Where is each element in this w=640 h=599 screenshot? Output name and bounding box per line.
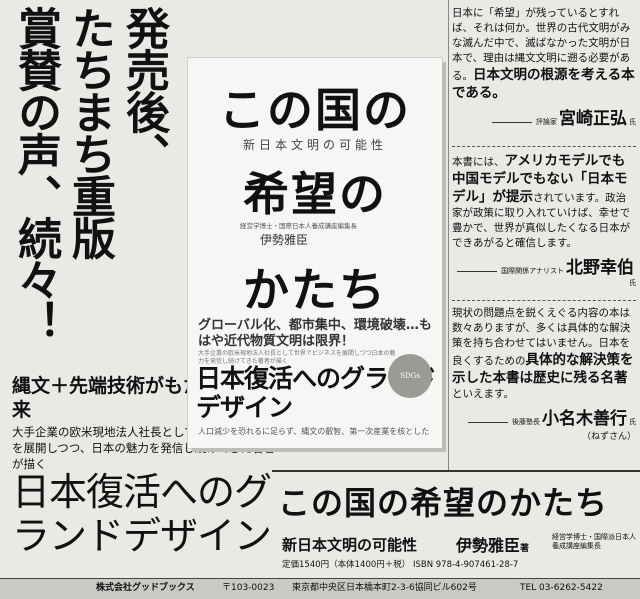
bottom-book-title: この国の希望のかたち <box>278 484 609 522</box>
publisher-footer: 株式会社グッドブックス 〒103-0023 東京都中央区日本橋本町2-3-6協同… <box>0 578 640 599</box>
newspaper-ad: 発売後、 たちまち重版 賞賛の声、続々！ 縄文＋先端技術がもたらす未来 大手企業… <box>0 0 640 599</box>
book-author-note: 経営学博士・国際日本人養成講座編集長 <box>240 222 357 230</box>
review-2: 本書には、アメリカモデルでも中国モデルでもない「日本モデル」が提示されています。… <box>452 152 636 288</box>
bottom-author-suffix: 著 <box>520 544 530 554</box>
slogan: 日本復活へのグランドデザイン <box>12 470 272 558</box>
review-2-title: 国際関係アナリスト <box>501 267 564 275</box>
review-2-suffix: 氏 <box>629 279 636 287</box>
review-1-text: 日本に「希望」が残っているとすれば、それは何か。世界の古代文明がみな滅んだ中で、… <box>452 6 636 102</box>
price-isbn: 定価1540円（本体1400円＋税） ISBN 978-4-907461-28-… <box>282 560 519 570</box>
column-divider <box>448 0 449 470</box>
review-3-title: 後藤塾長 <box>512 418 540 426</box>
book-band-headline: グローバル化、都市集中、環境破壊…もはや近代物質文明は限界！ <box>198 318 432 349</box>
signature-rule <box>468 421 508 423</box>
review-3-tail: といえます。 <box>452 388 514 400</box>
review-3-name: 小名木善行 <box>542 409 627 429</box>
book-cover: この国の 新日本文明の可能性 希望の 経営学博士・国際日本人養成講座編集長 伊勢… <box>188 58 442 448</box>
book-author: 伊勢雅臣 <box>260 233 309 247</box>
book-title-part-3: かたち <box>243 263 387 317</box>
review-3-signature: 後藤塾長 小名木善行氏 <box>452 404 636 429</box>
review-1-emphasis: 日本文明の根源を考える本である。 <box>452 67 635 101</box>
review-2-lead: 本書には、 <box>452 156 505 168</box>
sdgs-seal: SDGs <box>388 354 432 398</box>
review-3-suffix: 氏 <box>629 418 636 426</box>
headline-line-2: たちまち重版 <box>64 6 115 258</box>
review-2-text: 本書には、アメリカモデルでも中国モデルでもない「日本モデル」が提示されています。… <box>452 152 636 251</box>
bottom-author: 伊勢雅臣著 <box>456 532 529 556</box>
publisher-name: 株式会社グッドブックス <box>96 583 195 593</box>
review-3-text: 現状の問題点を鋭くえぐる内容の本は数々ありますが、多くは具体的な解決策を持ち合わ… <box>452 306 636 402</box>
book-band-bottom: 人口減少を恐れるに足らず、縄文の叡智、第一次産業を核とした <box>198 427 430 436</box>
review-1-signature: 評論家 宮崎正弘氏 <box>452 104 636 129</box>
review-separator <box>452 146 636 147</box>
signature-rule <box>457 270 498 272</box>
review-separator <box>452 300 636 301</box>
book-title-part-2: 希望の <box>243 167 387 221</box>
bottom-title-box: この国の希望のかたち 新日本文明の可能性 伊勢雅臣著 経営学博士・国際派日本人養… <box>272 470 640 580</box>
publisher-zip: 〒103-0023 <box>222 583 275 593</box>
review-2-signature: 国際関係アナリスト 北野幸伯氏 <box>452 253 636 288</box>
review-1-suffix: 氏 <box>629 118 636 126</box>
bottom-author-role: 経営学博士・国際派日本人養成講座編集長 <box>552 533 636 550</box>
headline-line-1: 発売後、 <box>118 6 169 174</box>
review-3-nickname: （ねずさん） <box>581 432 636 442</box>
review-1: 日本に「希望」が残っているとすれば、それは何か。世界の古代文明がみな滅んだ中で、… <box>452 6 636 129</box>
signature-rule <box>492 121 532 123</box>
bottom-book-subtitle: 新日本文明の可能性 <box>282 536 418 554</box>
book-title-part-1: この国の <box>219 83 411 137</box>
review-1-title: 評論家 <box>536 118 557 126</box>
publisher-address: 東京都中央区日本橋本町2-3-6協同ビル602号 <box>292 583 477 593</box>
book-subtitle: 新日本文明の可能性 <box>242 138 387 152</box>
headline-line-3: 賞賛の声、続々！ <box>10 6 61 342</box>
review-1-name: 宮崎正弘 <box>559 109 627 129</box>
publisher-tel: TEL 03-6262-5422 <box>520 583 603 593</box>
review-3: 現状の問題点を鋭くえぐる内容の本は数々ありますが、多くは具体的な解決策を持ち合わ… <box>452 306 636 442</box>
bottom-author-name: 伊勢雅臣 <box>456 536 521 555</box>
review-2-name: 北野幸伯 <box>566 258 634 278</box>
